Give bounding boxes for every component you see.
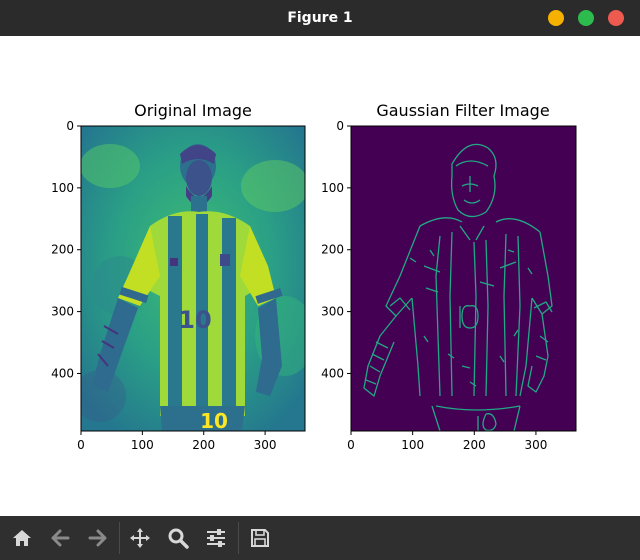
zoom-icon bbox=[168, 528, 189, 549]
gaussian-filter-image bbox=[351, 126, 576, 431]
zoom-button[interactable] bbox=[164, 524, 192, 552]
back-icon bbox=[51, 529, 70, 547]
right-x-tick-label: 0 bbox=[347, 438, 355, 452]
home-button[interactable] bbox=[8, 524, 36, 552]
right-y-tick-label: 400 bbox=[321, 366, 344, 380]
window-titlebar: Figure 1 bbox=[0, 0, 640, 36]
forward-button[interactable] bbox=[84, 524, 112, 552]
left-y-tick-label: 400 bbox=[51, 366, 74, 380]
svg-text:10: 10 bbox=[178, 306, 211, 334]
figure-canvas[interactable]: Original Image Gaussian Filter Image 10 … bbox=[0, 36, 640, 516]
navigation-toolbar bbox=[0, 516, 640, 560]
pan-icon bbox=[130, 528, 150, 548]
pan-button[interactable] bbox=[126, 524, 154, 552]
left-x-tick-label: 200 bbox=[192, 438, 215, 452]
right-axes-title: Gaussian Filter Image bbox=[376, 101, 549, 120]
right-y-tick-label: 200 bbox=[321, 243, 344, 257]
original-image: 10 10 bbox=[81, 126, 305, 433]
window-title: Figure 1 bbox=[287, 10, 353, 26]
toolbar-separator bbox=[238, 522, 239, 554]
save-icon bbox=[251, 529, 269, 547]
right-x-tick-label: 100 bbox=[401, 438, 424, 452]
configure-subplots-button[interactable] bbox=[202, 524, 230, 552]
home-icon bbox=[13, 530, 31, 546]
minimize-button[interactable] bbox=[548, 10, 564, 26]
left-y-tick-label: 0 bbox=[66, 119, 74, 133]
right-y-tick-label: 0 bbox=[336, 119, 344, 133]
save-button[interactable] bbox=[246, 524, 274, 552]
left-x-tick-label: 100 bbox=[131, 438, 154, 452]
close-button[interactable] bbox=[608, 10, 624, 26]
right-y-tick-label: 300 bbox=[321, 305, 344, 319]
right-x-tick-label: 200 bbox=[463, 438, 486, 452]
toolbar-separator bbox=[119, 522, 120, 554]
maximize-button[interactable] bbox=[578, 10, 594, 26]
left-y-tick-label: 200 bbox=[51, 243, 74, 257]
forward-icon bbox=[88, 529, 107, 547]
right-y-tick-label: 100 bbox=[321, 181, 344, 195]
left-x-tick-label: 0 bbox=[77, 438, 85, 452]
left-y-tick-label: 300 bbox=[51, 305, 74, 319]
left-x-tick-label: 300 bbox=[254, 438, 277, 452]
configure-subplots-icon bbox=[207, 529, 225, 547]
right-x-tick-label: 300 bbox=[524, 438, 547, 452]
left-axes-title: Original Image bbox=[134, 101, 252, 120]
left-y-tick-label: 100 bbox=[51, 181, 74, 195]
back-button[interactable] bbox=[46, 524, 74, 552]
svg-text:10: 10 bbox=[200, 409, 228, 433]
